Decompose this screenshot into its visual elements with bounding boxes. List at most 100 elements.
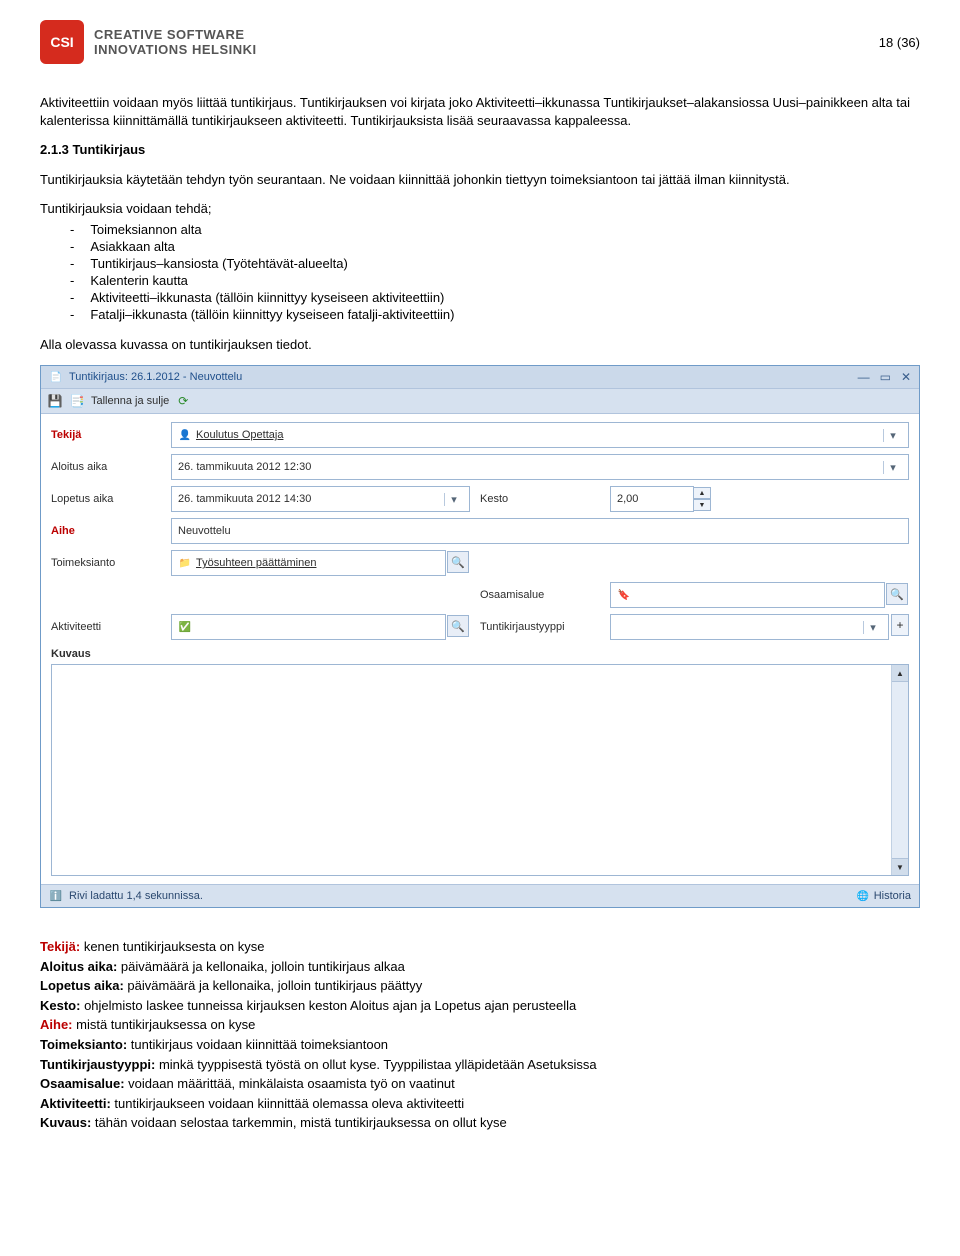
chevron-down-icon[interactable]: ▾ <box>883 429 902 442</box>
window-titlebar: 📄 Tuntikirjaus: 26.1.2012 - Neuvottelu —… <box>41 366 919 388</box>
def-text: tähän voidaan selostaa tarkemmin, mistä … <box>91 1115 506 1130</box>
def-text: tuntikirjaus voidaan kiinnittää toimeksi… <box>127 1037 388 1052</box>
list-item: Aktiviteetti–ikkunasta (tällöin kiinnitt… <box>70 290 920 305</box>
list-item: Asiakkaan alta <box>70 239 920 254</box>
def-label: Lopetus aika: <box>40 978 124 993</box>
lookup-button[interactable]: 🔍 <box>447 615 469 637</box>
field-lopetus[interactable]: 26. tammikuuta 2012 14:30 ▾ <box>171 486 470 512</box>
tuntikirjaus-window: 📄 Tuntikirjaus: 26.1.2012 - Neuvottelu —… <box>40 365 920 908</box>
scroll-up-icon[interactable]: ▲ <box>892 665 908 682</box>
def-label: Aihe: <box>40 1017 73 1032</box>
label-aktiviteetti: Aktiviteetti <box>51 621 161 633</box>
chevron-down-icon[interactable]: ▾ <box>863 621 882 634</box>
field-tuntityyyppi[interactable]: ▾ <box>610 614 889 640</box>
value-tekija: Koulutus Opettaja <box>196 429 283 441</box>
label-osaamisalue: Osaamisalue <box>480 589 600 601</box>
add-button[interactable]: + <box>891 614 909 636</box>
label-toimeksianto: Toimeksianto <box>51 557 161 569</box>
historia-label: Historia <box>874 890 911 902</box>
spin-down-icon[interactable]: ▼ <box>693 499 711 511</box>
save-new-icon[interactable]: 📑 <box>69 393 85 409</box>
search-icon: 🔍 <box>451 620 465 633</box>
field-tekija[interactable]: 👤 Koulutus Opettaja ▾ <box>171 422 909 448</box>
list-item: Kalenterin kautta <box>70 273 920 288</box>
value-kesto: 2,00 <box>617 493 638 505</box>
check-icon: ✅ <box>178 620 192 634</box>
value-toimeksianto: Työsuhteen päättäminen <box>196 557 316 569</box>
window-toolbar: 💾 📑 Tallenna ja sulje ⟳ <box>41 388 919 414</box>
page-number: 18 (36) <box>879 35 920 50</box>
def-label: Kuvaus: <box>40 1115 91 1130</box>
section-p1: Tuntikirjauksia käytetään tehdyn työn se… <box>40 171 920 189</box>
info-icon: ℹ️ <box>49 889 63 903</box>
field-kesto[interactable]: 2,00 ▲▼ <box>610 486 909 512</box>
scroll-down-icon[interactable]: ▼ <box>892 858 908 875</box>
save-icon[interactable]: 💾 <box>47 393 63 409</box>
label-kesto: Kesto <box>480 493 600 505</box>
minimize-icon[interactable]: — <box>858 370 870 384</box>
def-label: Aktiviteetti: <box>40 1096 111 1111</box>
def-label: Osaamisalue: <box>40 1076 125 1091</box>
spin-up-icon[interactable]: ▲ <box>693 487 711 499</box>
def-label: Tekijä: <box>40 939 80 954</box>
def-text: minkä tyyppisestä työstä on ollut kyse. … <box>155 1057 596 1072</box>
close-icon[interactable]: ✕ <box>901 370 911 384</box>
def-label: Tuntikirjaustyyppi: <box>40 1057 155 1072</box>
historia-button[interactable]: 🌐 Historia <box>856 889 911 903</box>
field-aloitus[interactable]: 26. tammikuuta 2012 12:30 ▾ <box>171 454 909 480</box>
list-item: Tuntikirjaus–kansiosta (Työtehtävät-alue… <box>70 256 920 271</box>
history-icon: 🌐 <box>856 889 870 903</box>
bullet-list: Toimeksiannon alta Asiakkaan alta Tuntik… <box>70 222 920 322</box>
label-kuvaus: Kuvaus <box>51 648 909 660</box>
logo-block: CSI CREATIVE SOFTWARE INNOVATIONS HELSIN… <box>40 20 257 64</box>
field-toimeksianto[interactable]: 📁 Työsuhteen päättäminen 🔍 <box>171 550 446 576</box>
label-tuntityyyppi: Tuntikirjaustyyppi <box>480 621 600 633</box>
value-lopetus: 26. tammikuuta 2012 14:30 <box>178 493 311 505</box>
field-osaamisalue[interactable]: 🔖 🔍 <box>610 582 885 608</box>
chevron-down-icon[interactable]: ▾ <box>883 461 902 474</box>
list-item: Toimeksiannon alta <box>70 222 920 237</box>
list-item: Fatalji–ikkunasta (tällöin kiinnittyy ky… <box>70 307 920 322</box>
label-lopetus: Lopetus aika <box>51 493 161 505</box>
scrollbar[interactable]: ▲ ▼ <box>891 665 908 875</box>
search-icon: 🔍 <box>890 588 904 601</box>
def-text: kenen tuntikirjauksesta on kyse <box>80 939 264 954</box>
maximize-icon[interactable]: ▭ <box>880 370 891 384</box>
lookup-button[interactable]: 🔍 <box>886 583 908 605</box>
window-icon: 📄 <box>49 370 63 384</box>
label-tekija: Tekijä <box>51 429 161 441</box>
person-icon: 👤 <box>178 428 192 442</box>
def-text: mistä tuntikirjauksessa on kyse <box>73 1017 256 1032</box>
value-aloitus: 26. tammikuuta 2012 12:30 <box>178 461 311 473</box>
label-aihe: Aihe <box>51 525 161 537</box>
page-header: CSI CREATIVE SOFTWARE INNOVATIONS HELSIN… <box>40 20 920 64</box>
def-label: Aloitus aika: <box>40 959 117 974</box>
field-kuvaus[interactable]: ▲ ▼ <box>51 664 909 876</box>
save-close-button[interactable]: Tallenna ja sulje <box>91 395 169 407</box>
window-title: Tuntikirjaus: 26.1.2012 - Neuvottelu <box>69 371 242 383</box>
def-text: ohjelmisto laskee tunneissa kirjauksen k… <box>80 998 576 1013</box>
intro-paragraph: Aktiviteettiin voidaan myös liittää tunt… <box>40 94 920 129</box>
search-icon: 🔍 <box>451 556 465 569</box>
lookup-button[interactable]: 🔍 <box>447 551 469 573</box>
def-text: päivämäärä ja kellonaika, jolloin tuntik… <box>124 978 422 993</box>
status-text: Rivi ladattu 1,4 sekunnissa. <box>69 890 203 902</box>
field-aihe[interactable]: Neuvottelu <box>171 518 909 544</box>
window-statusbar: ℹ️ Rivi ladattu 1,4 sekunnissa. 🌐 Histor… <box>41 884 919 907</box>
def-text: tuntikirjaukseen voidaan kiinnittää olem… <box>111 1096 464 1111</box>
list-intro: Tuntikirjauksia voidaan tehdä; <box>40 200 920 218</box>
plus-icon: + <box>896 618 903 632</box>
folder-icon: 📁 <box>178 556 192 570</box>
def-text: voidaan määrittää, minkälaista osaamista… <box>125 1076 455 1091</box>
label-aloitus: Aloitus aika <box>51 461 161 473</box>
chevron-down-icon[interactable]: ▾ <box>444 493 463 506</box>
figure-caption: Alla olevassa kuvassa on tuntikirjauksen… <box>40 336 920 354</box>
value-aihe: Neuvottelu <box>178 525 231 537</box>
def-label: Kesto: <box>40 998 80 1013</box>
field-aktiviteetti[interactable]: ✅ 🔍 <box>171 614 446 640</box>
definitions-block: Tekijä: kenen tuntikirjauksesta on kyse … <box>40 938 920 1131</box>
def-label: Toimeksianto: <box>40 1037 127 1052</box>
section-heading: 2.1.3 Tuntikirjaus <box>40 141 920 159</box>
refresh-icon[interactable]: ⟳ <box>175 393 191 409</box>
logo-icon: CSI <box>40 20 84 64</box>
